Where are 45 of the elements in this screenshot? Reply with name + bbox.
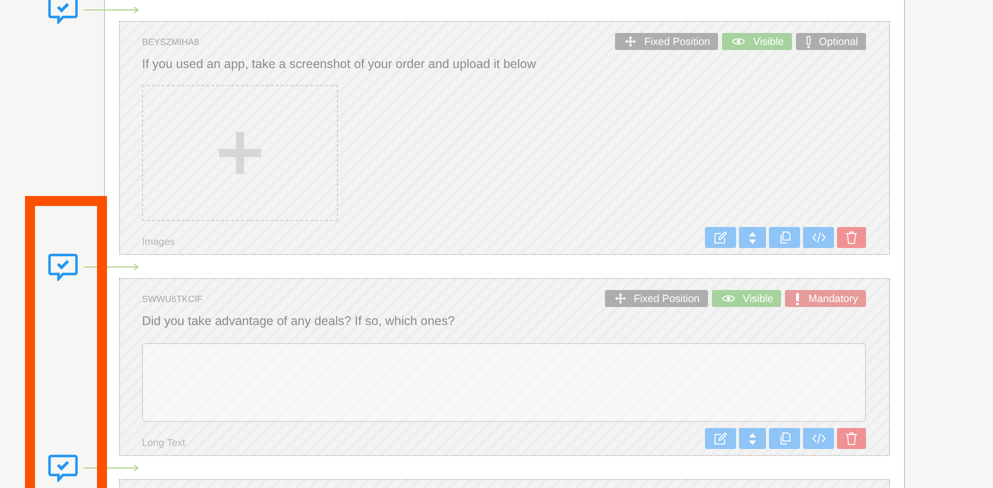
- question-id: SWWU6TKCIF: [142, 294, 202, 304]
- trash-icon: [846, 432, 857, 445]
- status-badge[interactable]: Optional: [796, 33, 866, 50]
- question-id: BEYSZMIHA8: [142, 36, 200, 46]
- exclamation-icon: [806, 36, 811, 48]
- question-type: Long Text: [142, 438, 186, 449]
- move-button[interactable]: [739, 227, 766, 248]
- code-button[interactable]: [803, 428, 834, 449]
- edit-button[interactable]: [705, 227, 736, 248]
- move-button[interactable]: [739, 428, 766, 449]
- status-badge[interactable]: Visible: [722, 33, 792, 50]
- status-badge[interactable]: Visible: [712, 290, 782, 307]
- status-badge[interactable]: Mandatory: [785, 290, 866, 307]
- exclamation-icon: [795, 292, 800, 304]
- status-badge[interactable]: Fixed Position: [615, 33, 718, 50]
- up-down-icon: [749, 432, 756, 444]
- trash-icon: [846, 231, 857, 244]
- question-text: Did you take advantage of any deals? If so, which ones?: [142, 314, 456, 329]
- status-badge[interactable]: Fixed Position: [604, 290, 708, 307]
- code-button[interactable]: [803, 227, 834, 248]
- code-icon: [812, 433, 826, 444]
- edit-button[interactable]: [705, 428, 736, 449]
- chat-check-icon: [48, 252, 78, 280]
- pencil-icon: [714, 432, 727, 445]
- eye-icon: [722, 294, 735, 303]
- text-area[interactable]: [142, 343, 866, 422]
- move-icon: [625, 36, 636, 47]
- up-down-icon: [749, 232, 756, 244]
- copy-button[interactable]: [769, 227, 800, 248]
- copy-button[interactable]: [769, 428, 800, 449]
- connector-arrow: [84, 6, 140, 14]
- chat-check-icon: [48, 454, 78, 482]
- eye-icon: [732, 37, 746, 46]
- chat-check-icon: [48, 0, 78, 24]
- plus-icon: [216, 129, 264, 177]
- delete-button[interactable]: [837, 428, 866, 449]
- copy-icon: [778, 231, 790, 244]
- question-text: If you used an app, take a screenshot of your order and upload it below: [142, 57, 538, 72]
- code-icon: [812, 232, 826, 243]
- image-upload-area[interactable]: [142, 85, 338, 221]
- question-type: Images: [142, 237, 175, 248]
- pencil-icon: [714, 231, 727, 244]
- copy-icon: [778, 432, 790, 445]
- delete-button[interactable]: [837, 227, 866, 248]
- move-icon: [614, 293, 626, 304]
